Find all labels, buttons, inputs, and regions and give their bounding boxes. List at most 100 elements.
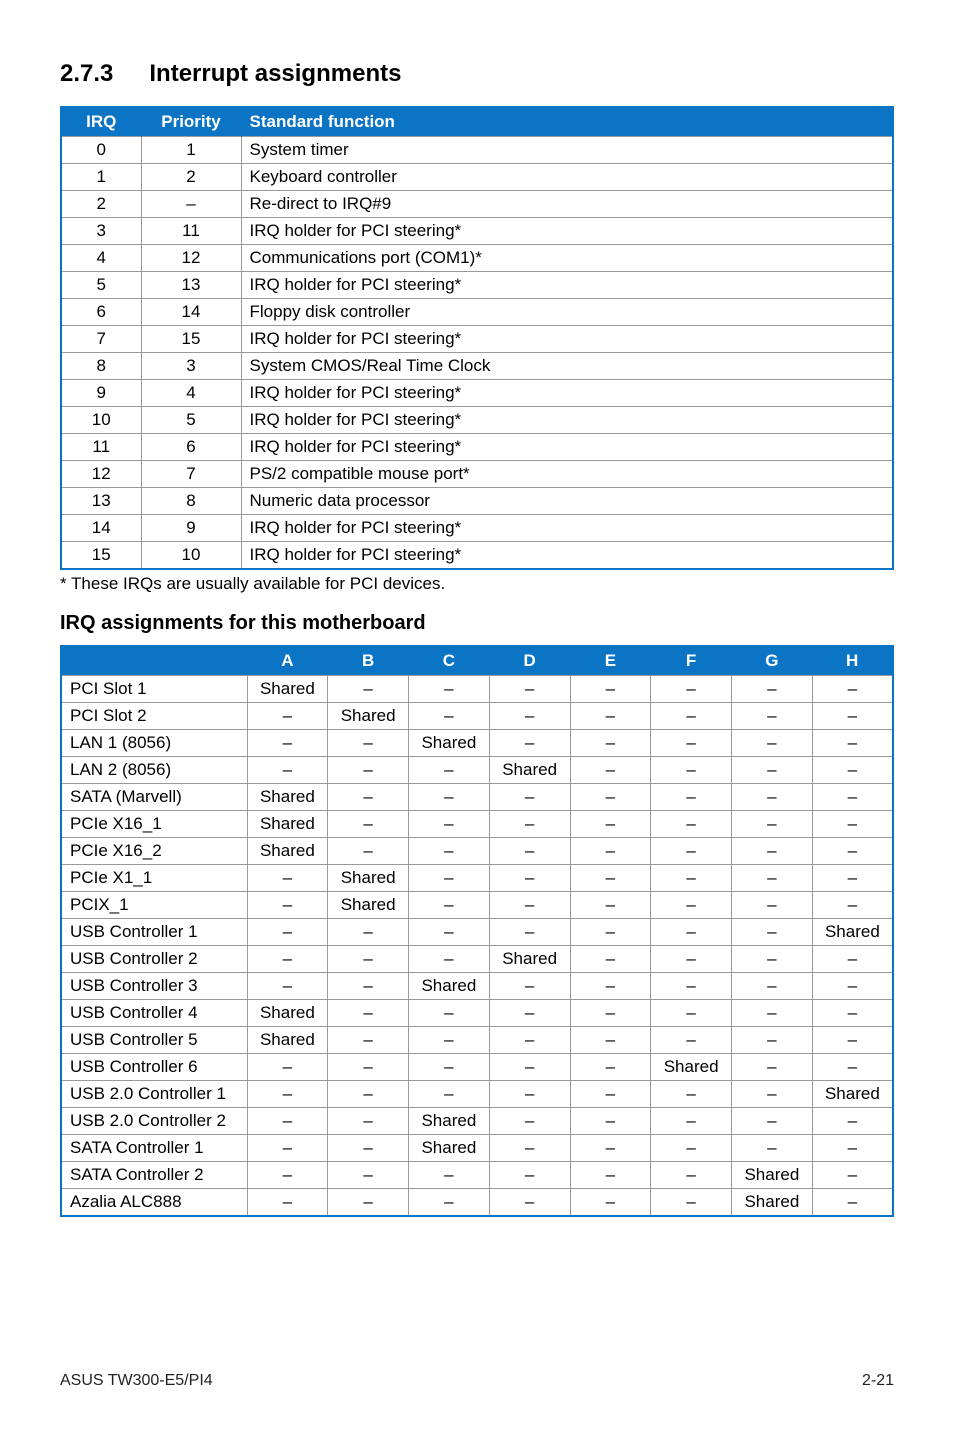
table-cell: – (247, 730, 328, 757)
table-cell: 7 (141, 461, 241, 488)
table-cell: – (570, 1054, 651, 1081)
table-row: 614Floppy disk controller (61, 299, 893, 326)
table-cell: – (651, 892, 732, 919)
table-header: A (247, 646, 328, 676)
table-cell: – (489, 1000, 570, 1027)
table-cell: 13 (61, 488, 141, 515)
table-cell: 3 (61, 218, 141, 245)
table-cell: – (489, 730, 570, 757)
table-cell: – (732, 946, 813, 973)
table-cell: – (651, 676, 732, 703)
table-cell: PCIe X16_2 (61, 838, 247, 865)
table-row: USB Controller 4Shared––––––– (61, 1000, 893, 1027)
table-cell: – (570, 811, 651, 838)
table-row: 513IRQ holder for PCI steering* (61, 272, 893, 299)
table-cell: Shared (328, 703, 409, 730)
table-cell: Shared (247, 676, 328, 703)
table-cell: Shared (328, 892, 409, 919)
table-cell: PCIX_1 (61, 892, 247, 919)
table-row: 412Communications port (COM1)* (61, 245, 893, 272)
table-cell: SATA Controller 2 (61, 1162, 247, 1189)
table-cell: IRQ holder for PCI steering* (241, 542, 893, 570)
table-cell: Shared (651, 1054, 732, 1081)
table-cell: – (328, 1135, 409, 1162)
footer-right: 2-21 (862, 1372, 894, 1390)
table-header: G (732, 646, 813, 676)
table-cell: – (732, 730, 813, 757)
table-cell: – (812, 1054, 893, 1081)
table-cell: – (328, 919, 409, 946)
table-cell: – (489, 1189, 570, 1217)
table-cell: 12 (141, 245, 241, 272)
table-cell: – (328, 730, 409, 757)
table-cell: USB 2.0 Controller 1 (61, 1081, 247, 1108)
table-cell: – (812, 1027, 893, 1054)
table-cell: Shared (732, 1162, 813, 1189)
table-cell: 9 (61, 380, 141, 407)
table-cell: PCIe X16_1 (61, 811, 247, 838)
table-cell: – (570, 784, 651, 811)
table-cell: 8 (141, 488, 241, 515)
table-cell: – (409, 1000, 490, 1027)
table-cell: – (570, 730, 651, 757)
table-cell: SATA (Marvell) (61, 784, 247, 811)
table-cell: PS/2 compatible mouse port* (241, 461, 893, 488)
table-header: F (651, 646, 732, 676)
table-cell: – (570, 838, 651, 865)
table-cell: 14 (141, 299, 241, 326)
table-cell: – (732, 1108, 813, 1135)
table-cell: – (489, 676, 570, 703)
table-row: SATA (Marvell)Shared––––––– (61, 784, 893, 811)
table-cell: – (489, 1054, 570, 1081)
table-cell: – (651, 784, 732, 811)
table-cell: – (570, 1027, 651, 1054)
table-cell: – (570, 1108, 651, 1135)
table-cell: – (489, 811, 570, 838)
page-footer: ASUS TW300-E5/PI4 2-21 (60, 1372, 894, 1390)
table-header: Standard function (241, 107, 893, 137)
table-cell: – (409, 784, 490, 811)
table-cell: IRQ holder for PCI steering* (241, 407, 893, 434)
table-header: H (812, 646, 893, 676)
table-row: USB Controller 2–––Shared–––– (61, 946, 893, 973)
table-cell: – (651, 1027, 732, 1054)
table-cell: USB 2.0 Controller 2 (61, 1108, 247, 1135)
table-cell: – (570, 946, 651, 973)
table-cell: – (651, 757, 732, 784)
table-cell: – (651, 703, 732, 730)
table-cell: – (328, 973, 409, 1000)
table-cell: – (489, 1135, 570, 1162)
table-row: PCIe X16_2Shared––––––– (61, 838, 893, 865)
table-cell: – (328, 1162, 409, 1189)
table-cell: Shared (489, 757, 570, 784)
table-cell: – (732, 757, 813, 784)
section-title: Interrupt assignments (149, 60, 401, 87)
table-cell: Re-direct to IRQ#9 (241, 191, 893, 218)
irq-assignment-table: ABCDEFGH PCI Slot 1Shared–––––––PCI Slot… (60, 645, 894, 1217)
table-cell: PCI Slot 1 (61, 676, 247, 703)
table-cell: – (651, 1000, 732, 1027)
table-cell: 1 (61, 164, 141, 191)
table-cell: – (812, 865, 893, 892)
table-cell: – (489, 703, 570, 730)
table-cell: USB Controller 3 (61, 973, 247, 1000)
table-cell: SATA Controller 1 (61, 1135, 247, 1162)
table-cell: – (328, 757, 409, 784)
table-header: C (409, 646, 490, 676)
table-cell: 4 (61, 245, 141, 272)
table-cell: Shared (409, 1108, 490, 1135)
table-cell: PCIe X1_1 (61, 865, 247, 892)
table-cell: – (651, 865, 732, 892)
table-cell: – (409, 1081, 490, 1108)
table-cell: – (489, 973, 570, 1000)
table-cell: – (812, 973, 893, 1000)
table-cell: – (812, 757, 893, 784)
table-cell: – (732, 1135, 813, 1162)
table-cell: USB Controller 6 (61, 1054, 247, 1081)
table-row: USB Controller 3––Shared––––– (61, 973, 893, 1000)
table-cell: – (732, 784, 813, 811)
table-cell: IRQ holder for PCI steering* (241, 218, 893, 245)
section-heading: 2.7.3Interrupt assignments (60, 60, 894, 88)
table-cell: – (732, 973, 813, 1000)
table-cell: – (812, 1135, 893, 1162)
